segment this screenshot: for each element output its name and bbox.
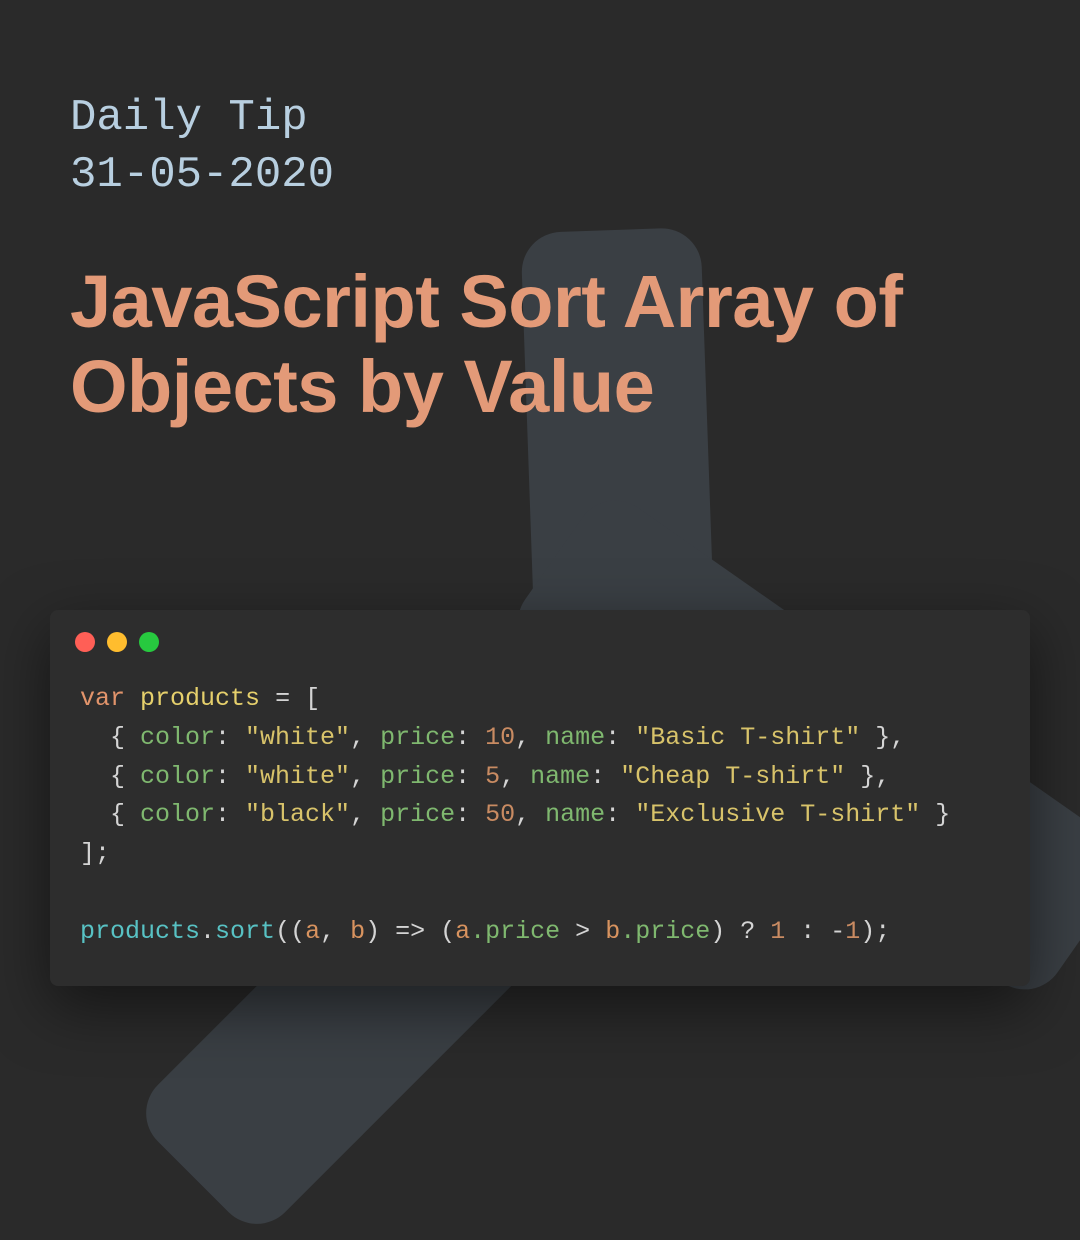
code-punc: , <box>350 762 380 791</box>
subtitle: Daily Tip 31-05-2020 <box>70 90 1010 204</box>
window-controls <box>50 610 1030 662</box>
code-prop: .price <box>470 917 560 946</box>
code-punc: ) ? <box>710 917 770 946</box>
code-punc: : <box>590 762 620 791</box>
code-punc: { <box>80 762 140 791</box>
code-prop: color <box>140 723 215 752</box>
page-title: JavaScript Sort Array of Objects by Valu… <box>70 259 1010 429</box>
code-punc: : <box>215 762 245 791</box>
code-prop: price <box>380 762 455 791</box>
code-prop: price <box>380 800 455 829</box>
code-prop: name <box>545 800 605 829</box>
code-punc: }, <box>845 762 890 791</box>
code-prop: .price <box>620 917 710 946</box>
code-param: a <box>305 917 320 946</box>
code-number: 1 <box>845 917 860 946</box>
code-punc: { <box>80 800 140 829</box>
code-punc: { <box>80 723 140 752</box>
code-punc: , <box>515 800 545 829</box>
code-prop: price <box>380 723 455 752</box>
code-punc: , <box>320 917 350 946</box>
code-punc: , <box>500 762 530 791</box>
minimize-icon[interactable] <box>107 632 127 652</box>
code-prop: name <box>530 762 590 791</box>
maximize-icon[interactable] <box>139 632 159 652</box>
code-punc: : <box>455 723 485 752</box>
code-variable: products <box>140 684 260 713</box>
code-punc: : <box>455 800 485 829</box>
code-punc: (( <box>275 917 305 946</box>
code-string: "Exclusive T-shirt" <box>635 800 920 829</box>
code-punc: . <box>200 917 215 946</box>
code-string: "Basic T-shirt" <box>635 723 860 752</box>
code-punc: , <box>350 723 380 752</box>
code-punc: }, <box>860 723 905 752</box>
close-icon[interactable] <box>75 632 95 652</box>
code-punc: ); <box>860 917 890 946</box>
code-punc: = [ <box>260 684 320 713</box>
code-punc: , <box>350 800 380 829</box>
code-number: 5 <box>485 762 500 791</box>
code-punc: ]; <box>80 839 110 868</box>
code-number: 1 <box>770 917 785 946</box>
code-punc: : <box>215 723 245 752</box>
code-keyword: var <box>80 684 125 713</box>
code-punc: : <box>605 800 635 829</box>
code-string: "Cheap T-shirt" <box>620 762 845 791</box>
code-param: a <box>455 917 470 946</box>
code-function: sort <box>215 917 275 946</box>
code-string: "white" <box>245 762 350 791</box>
subtitle-date: 31-05-2020 <box>70 150 334 200</box>
code-punc: : <box>605 723 635 752</box>
code-param: b <box>350 917 365 946</box>
code-number: 50 <box>485 800 515 829</box>
subtitle-label: Daily Tip <box>70 93 308 143</box>
code-prop: name <box>545 723 605 752</box>
code-punc: } <box>920 800 950 829</box>
code-punc: ) => ( <box>365 917 455 946</box>
code-punc: , <box>515 723 545 752</box>
code-op: > <box>560 917 605 946</box>
code-prop: color <box>140 762 215 791</box>
code-string: "black" <box>245 800 350 829</box>
code-param: b <box>605 917 620 946</box>
code-block: var products = [ { color: "white", price… <box>50 662 1030 951</box>
code-punc: : <box>215 800 245 829</box>
code-op: - <box>830 917 845 946</box>
code-prop: color <box>140 800 215 829</box>
content-area: Daily Tip 31-05-2020 JavaScript Sort Arr… <box>0 0 1080 430</box>
code-punc: : <box>455 762 485 791</box>
code-object: products <box>80 917 200 946</box>
code-number: 10 <box>485 723 515 752</box>
code-punc: : <box>785 917 830 946</box>
code-string: "white" <box>245 723 350 752</box>
code-window: var products = [ { color: "white", price… <box>50 610 1030 986</box>
